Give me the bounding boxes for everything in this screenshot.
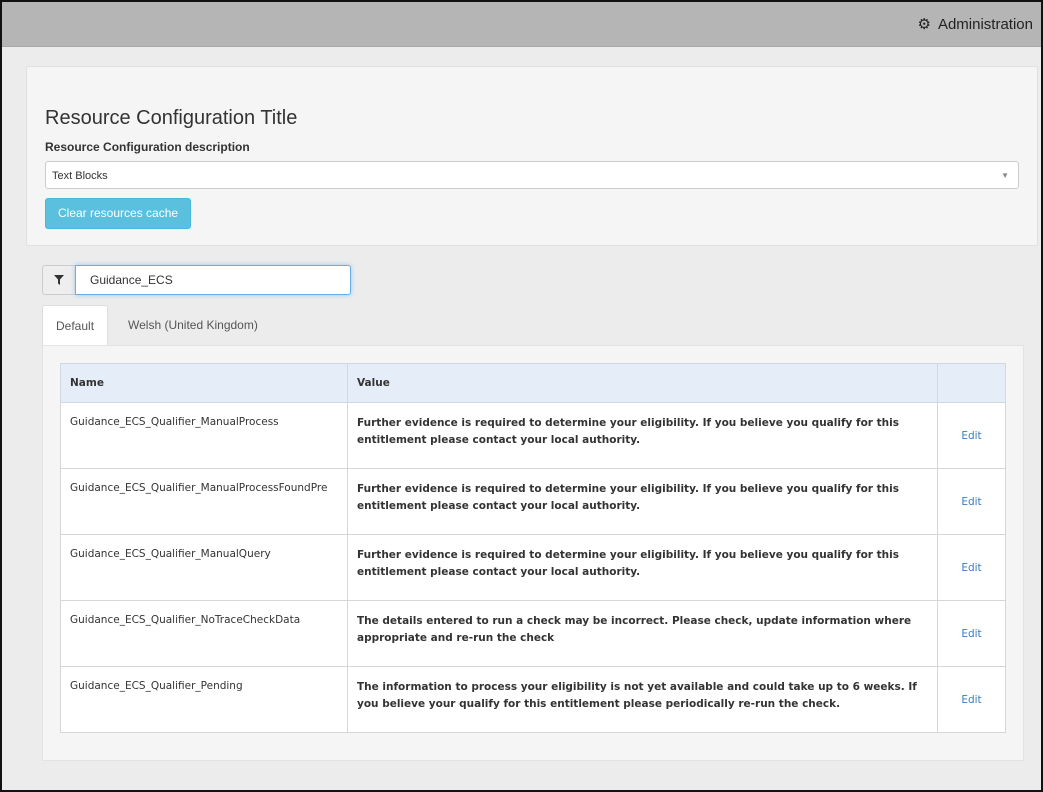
row-value: Further evidence is required to determin…: [347, 534, 938, 601]
row-name: Guidance_ECS_Qualifier_ManualProcessFoun…: [60, 468, 348, 535]
page-title: Resource Configuration Title: [45, 107, 298, 129]
row-value: The information to process your eligibil…: [347, 666, 938, 733]
edit-link[interactable]: Edit: [961, 694, 981, 706]
administration-link[interactable]: ⚙ Administration: [918, 16, 1034, 33]
table-row: Guidance_ECS_Qualifier_Pending The infor…: [60, 666, 1006, 733]
gear-icon: ⚙: [917, 16, 931, 33]
selected-option: Text Blocks: [52, 170, 108, 182]
row-value: The details entered to run a check may b…: [347, 600, 938, 667]
row-name: Guidance_ECS_Qualifier_Pending: [60, 666, 348, 733]
table-header-row: Name Value: [60, 363, 1006, 403]
table-row: Guidance_ECS_Qualifier_ManualProcessFoun…: [60, 468, 1006, 535]
edit-link[interactable]: Edit: [961, 562, 981, 574]
row-name: Guidance_ECS_Qualifier_ManualProcess: [60, 402, 348, 469]
filter-input[interactable]: Guidance_ECS: [75, 265, 351, 295]
row-name: Guidance_ECS_Qualifier_ManualQuery: [60, 534, 348, 601]
table-row: Guidance_ECS_Qualifier_ManualProcess Fur…: [60, 402, 1006, 469]
administration-label: Administration: [937, 16, 1033, 33]
column-header-value: Value: [347, 363, 938, 403]
resources-table: Name Value Guidance_ECS_Qualifier_Manual…: [60, 363, 1006, 733]
filter-icon: [42, 265, 75, 295]
resource-configuration-panel: Resource Configuration Title Resource Co…: [26, 66, 1038, 246]
clear-cache-button[interactable]: Clear resources cache: [45, 198, 192, 229]
top-bar: ⚙ Administration: [2, 2, 1041, 47]
tab-welsh[interactable]: Welsh (United Kingdom): [115, 305, 271, 345]
row-value: Further evidence is required to determin…: [347, 468, 938, 535]
description-label: Resource Configuration description: [45, 140, 250, 154]
tab-content-panel: Name Value Guidance_ECS_Qualifier_Manual…: [42, 345, 1024, 761]
edit-link[interactable]: Edit: [961, 496, 981, 508]
resource-type-select[interactable]: Text Blocks ▼: [45, 161, 1019, 189]
edit-link[interactable]: Edit: [961, 628, 981, 640]
table-row: Guidance_ECS_Qualifier_ManualQuery Furth…: [60, 534, 1006, 601]
row-value: Further evidence is required to determin…: [347, 402, 938, 469]
row-name: Guidance_ECS_Qualifier_NoTraceCheckData: [60, 600, 348, 667]
dropdown-caret-icon: ▼: [1001, 171, 1009, 180]
table-row: Guidance_ECS_Qualifier_NoTraceCheckData …: [60, 600, 1006, 667]
tab-default[interactable]: Default: [42, 305, 109, 346]
edit-link[interactable]: Edit: [961, 430, 981, 442]
column-header-action: [937, 363, 1006, 403]
column-header-name: Name: [60, 363, 348, 403]
